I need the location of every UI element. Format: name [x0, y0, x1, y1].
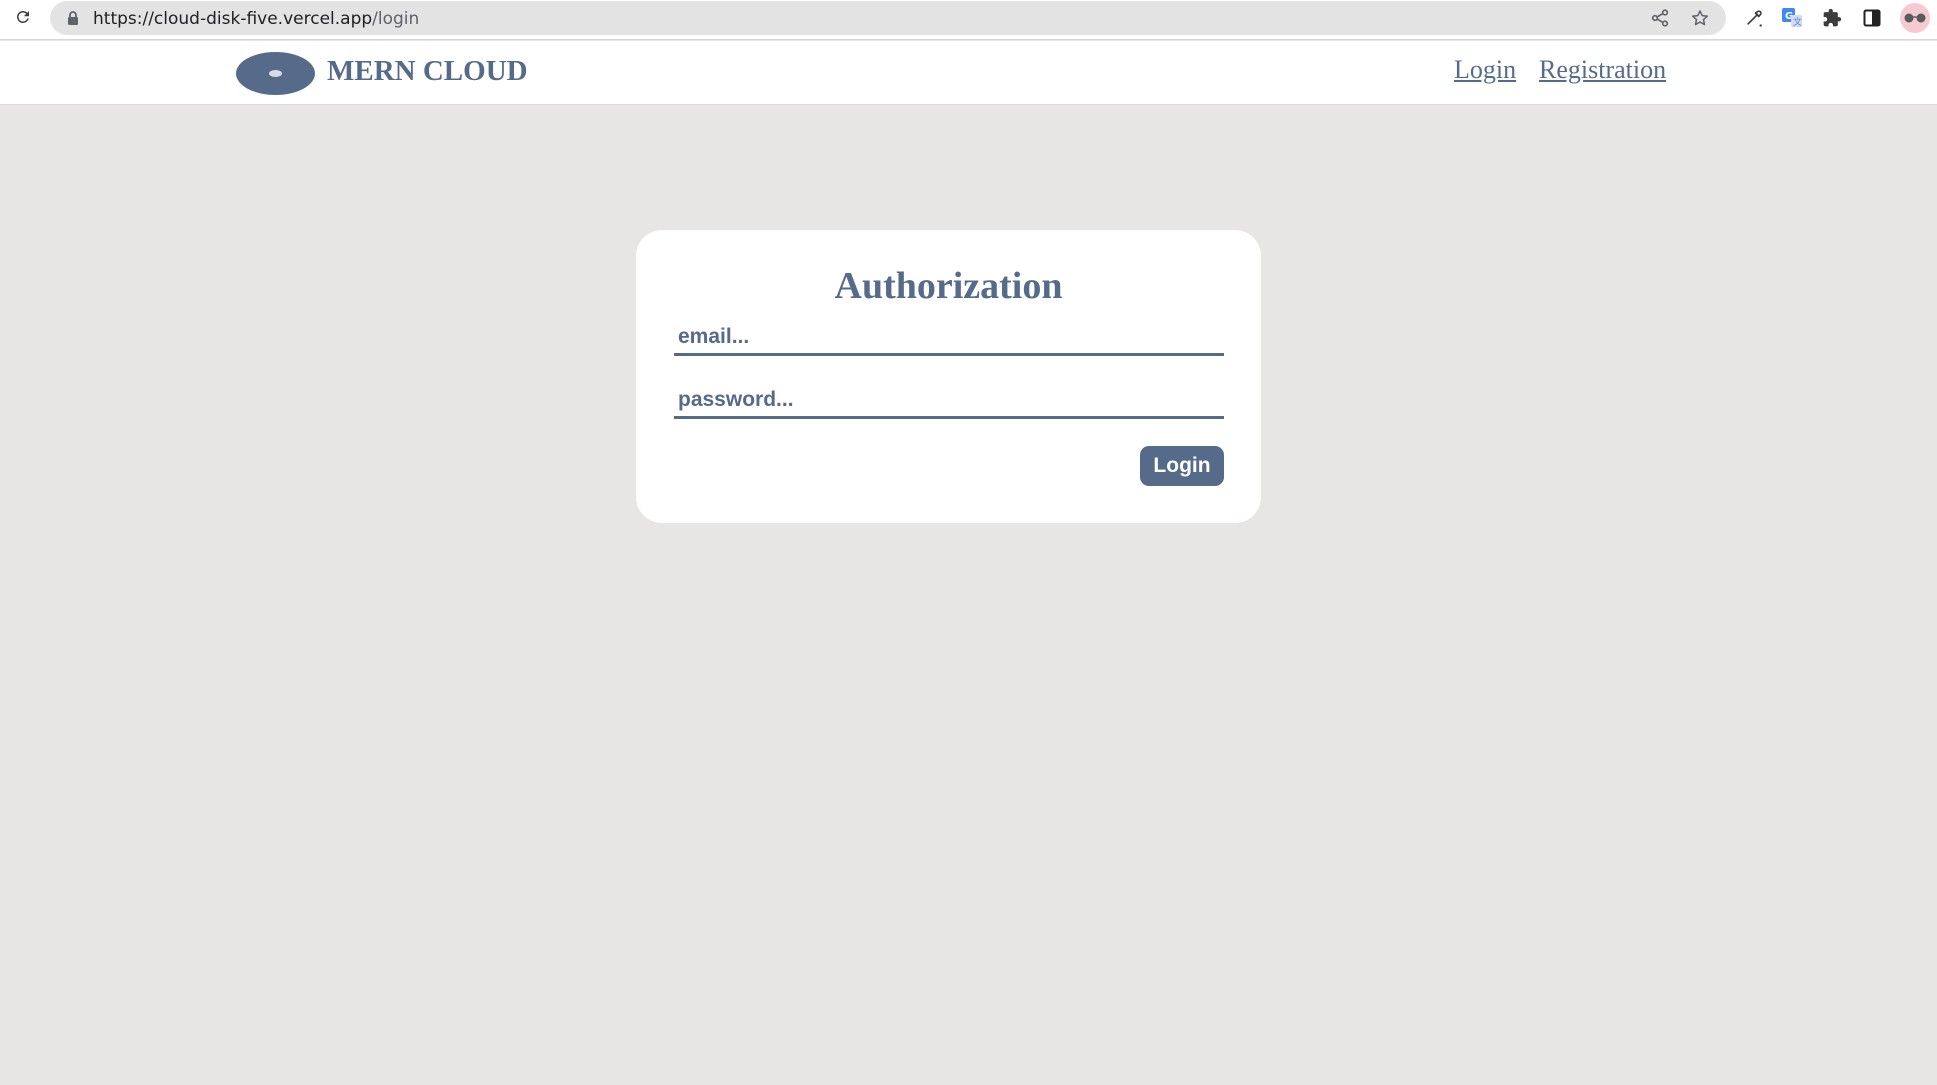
nav-registration-link[interactable]: Registration [1539, 55, 1666, 85]
site-header: MERN CLOUD Login Registration [0, 41, 1937, 105]
authorization-title: Authorization [834, 265, 1063, 307]
url-host: https://cloud-disk-five.vercel.app [93, 9, 373, 29]
reload-icon [14, 8, 32, 31]
nav-login-link[interactable]: Login [1454, 55, 1516, 85]
logo-text: MERN CLOUD [327, 55, 528, 87]
puzzle-icon[interactable] [1818, 4, 1846, 32]
authorization-card: Authorization Login [636, 230, 1261, 523]
url-path: /login [372, 9, 420, 29]
cloud-disk-logo-icon [236, 52, 315, 95]
email-input[interactable] [674, 320, 1224, 356]
eyedropper-icon[interactable] [1740, 4, 1768, 32]
share-icon[interactable] [1648, 7, 1672, 29]
browser-toolbar: https://cloud-disk-five.vercel.app/login… [0, 0, 1937, 40]
reload-button[interactable] [10, 6, 36, 32]
password-input[interactable] [674, 383, 1224, 419]
svg-text:文: 文 [1793, 16, 1802, 28]
login-button[interactable]: Login [1140, 446, 1224, 486]
side-panel-icon[interactable] [1858, 4, 1886, 32]
translate-icon[interactable]: G 文 [1778, 4, 1806, 32]
url-text[interactable]: https://cloud-disk-five.vercel.app/login [93, 9, 419, 29]
lock-icon [66, 11, 80, 25]
address-bar[interactable]: https://cloud-disk-five.vercel.app/login [50, 1, 1726, 35]
profile-avatar[interactable] [1900, 3, 1930, 33]
star-icon[interactable] [1688, 7, 1712, 29]
